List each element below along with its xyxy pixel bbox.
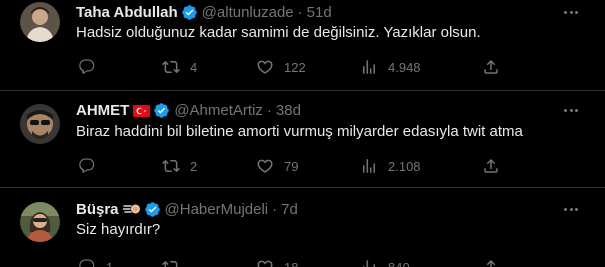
reply-icon xyxy=(79,59,95,74)
tweet-time[interactable]: 51d xyxy=(307,4,332,21)
tweet-text: Hadsiz olduğunuz kadar samimi de değilsi… xyxy=(76,24,481,41)
author-handle[interactable]: @altunluzade xyxy=(202,4,294,21)
avatar[interactable] xyxy=(20,104,60,144)
retweet-icon xyxy=(162,159,180,173)
views-button[interactable]: 2.108 xyxy=(360,156,421,176)
like-button[interactable]: 122 xyxy=(256,57,306,77)
reply-icon xyxy=(79,259,95,267)
author-name[interactable]: Taha Abdullah xyxy=(76,4,178,21)
dash-emoji-icon xyxy=(121,201,141,217)
like-count: 79 xyxy=(284,158,299,174)
retweet-count: 4 xyxy=(190,59,198,75)
more-icon[interactable] xyxy=(561,2,581,22)
avatar[interactable] xyxy=(20,2,60,42)
share-button[interactable] xyxy=(482,257,500,267)
views-count: 2.108 xyxy=(388,158,421,174)
like-button[interactable]: 18 xyxy=(256,257,298,267)
tweet-2[interactable]: AHMET @AhmetArtiz · 38d Biraz haddini bi… xyxy=(0,91,605,188)
like-icon xyxy=(257,60,273,74)
retweet-button[interactable] xyxy=(162,257,190,267)
like-button[interactable]: 79 xyxy=(256,156,298,176)
author-handle[interactable]: @HaberMujdeli xyxy=(165,201,269,218)
retweet-icon xyxy=(162,260,178,267)
views-icon xyxy=(363,159,375,173)
turkey-flag-icon xyxy=(133,104,151,117)
views-icon xyxy=(363,60,375,74)
share-icon xyxy=(484,158,498,173)
views-button[interactable]: 840 xyxy=(360,257,410,267)
like-icon xyxy=(257,260,273,267)
like-count: 18 xyxy=(284,259,299,267)
separator-dot: · xyxy=(297,3,303,21)
views-count: 4.948 xyxy=(388,59,421,75)
reply-button[interactable] xyxy=(78,57,106,77)
reply-count: 1 xyxy=(106,259,114,267)
author-handle[interactable]: @AhmetArtiz xyxy=(174,102,263,119)
tweet-text: Siz hayırdır? xyxy=(76,221,161,238)
retweet-button[interactable]: 4 xyxy=(162,57,197,77)
tweet-3[interactable]: Büşra @HaberMujdeli · 7d Siz hayırdır? 1… xyxy=(0,188,605,267)
tweet-time[interactable]: 7d xyxy=(281,201,298,218)
views-button[interactable]: 4.948 xyxy=(360,57,421,77)
share-icon xyxy=(484,59,498,74)
verified-badge-icon xyxy=(181,4,198,21)
author-name[interactable]: Büşra xyxy=(76,201,119,218)
retweet-button[interactable]: 2 xyxy=(162,156,197,176)
share-icon xyxy=(486,259,496,267)
author-name[interactable]: AHMET xyxy=(76,102,129,119)
verified-badge-icon xyxy=(153,102,170,119)
more-icon[interactable] xyxy=(561,199,581,219)
like-count: 122 xyxy=(284,59,306,75)
tweet-1[interactable]: Taha Abdullah @altunluzade · 51d Hadsiz … xyxy=(0,0,605,91)
share-button[interactable] xyxy=(482,57,500,77)
tweet-time[interactable]: 38d xyxy=(276,102,301,119)
more-icon[interactable] xyxy=(561,100,581,120)
views-count: 840 xyxy=(388,259,410,267)
separator-dot: · xyxy=(266,101,272,119)
retweet-count: 2 xyxy=(190,158,198,174)
share-button[interactable] xyxy=(482,156,500,176)
avatar[interactable] xyxy=(20,202,60,242)
views-icon xyxy=(363,260,375,267)
reply-icon xyxy=(79,158,95,173)
reply-button[interactable] xyxy=(78,156,106,176)
like-icon xyxy=(257,159,273,173)
reply-button[interactable]: 1 xyxy=(78,257,113,267)
separator-dot: · xyxy=(272,200,278,218)
retweet-icon xyxy=(162,60,180,74)
tweet-text: Biraz haddini bil biletine amorti vurmuş… xyxy=(76,123,523,140)
verified-badge-icon xyxy=(144,201,161,218)
